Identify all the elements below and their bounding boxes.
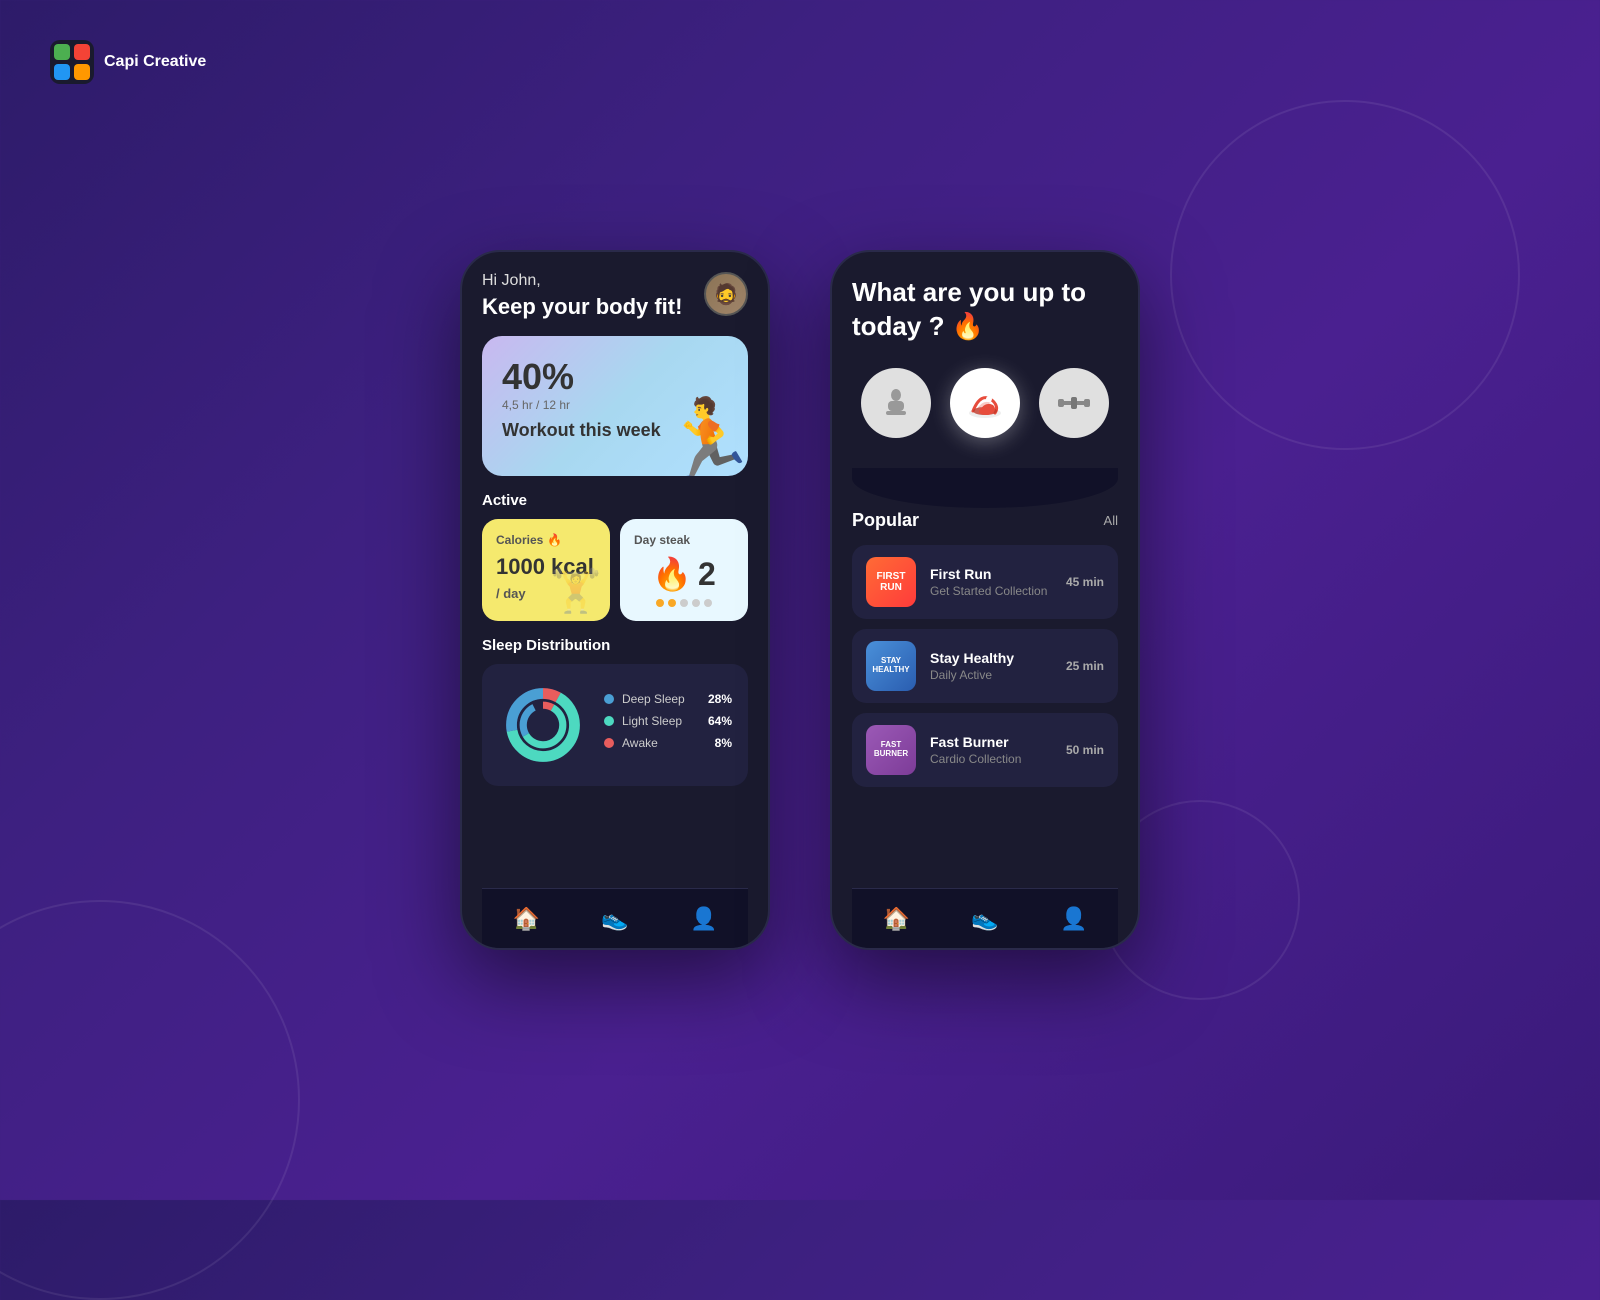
first-run-name: First Run [930,566,1052,582]
streak-dots [634,599,734,607]
nav-profile-icon[interactable]: 👤 [690,906,717,932]
workout-item-fast-burner[interactable]: FASTBURNER Fast Burner Cardio Collection… [852,713,1118,787]
popular-all-link[interactable]: All [1104,513,1118,528]
streak-dot-1 [656,599,664,607]
stay-healthy-sub: Daily Active [930,668,1052,682]
fast-burner-info: Fast Burner Cardio Collection [930,734,1052,766]
first-run-info: First Run Get Started Collection [930,566,1052,598]
stay-healthy-name: Stay Healthy [930,650,1052,666]
first-run-duration: 45 min [1066,575,1104,589]
logo-icon [50,40,94,84]
streak-dot-3 [680,599,688,607]
phone2-content: What are you up to today ? 🔥 [832,252,1138,948]
deep-sleep-pct: 28% [708,692,732,706]
phone-1: Hi John, Keep your body fit! 🧔 40% 4,5 h… [460,250,770,950]
sleep-section-label: Sleep Distribution [482,637,748,654]
dumbbell-icon: 🏋️ [550,567,602,616]
streak-fire-icon: 🔥 [652,555,692,593]
streak-number: 2 [698,556,716,593]
awake-pct: 8% [715,736,732,750]
popular-title: Popular [852,510,919,531]
streak-title: Day steak [634,533,734,547]
workout-card: 40% 4,5 hr / 12 hr Workout this week 🏃 [482,336,748,476]
light-sleep-label: Light Sleep [622,714,682,728]
active-row: Calories 🔥 1000 kcal / day 🏋️ Day steak … [482,519,748,621]
workout-item-stay-healthy[interactable]: STAYHEALTHY Stay Healthy Daily Active 25… [852,629,1118,703]
calories-card: Calories 🔥 1000 kcal / day 🏋️ [482,519,610,621]
fast-burner-thumb: FASTBURNER [866,725,916,775]
phone1-header: Hi John, Keep your body fit! 🧔 [482,272,748,320]
workout-item-first-run[interactable]: FIRSTRUN First Run Get Started Collectio… [852,545,1118,619]
bg-decoration-2 [1170,100,1520,450]
streak-dot-4 [692,599,700,607]
streak-center: 🔥 2 [634,555,734,593]
activity-weights[interactable] [1039,368,1109,438]
activity-run[interactable] [950,368,1020,438]
fast-burner-sub: Cardio Collection [930,752,1052,766]
active-section-label: Active [482,492,748,509]
stay-healthy-thumb: STAYHEALTHY [866,641,916,691]
logo: Capi Creative [50,40,206,84]
popular-header: Popular All [852,510,1118,531]
sleep-legend: Deep Sleep 28% Light Sleep 64% Awake 8% [604,692,732,758]
streak-dot-2 [668,599,676,607]
workout-percent: 40% [502,356,728,398]
streak-card: Day steak 🔥 2 [620,519,748,621]
activity-row [852,368,1118,438]
phone1-bottom-nav: 🏠 👟 👤 [482,888,748,948]
sleep-card: Deep Sleep 28% Light Sleep 64% Awake 8% [482,664,748,786]
light-sleep-dot [604,716,614,726]
logo-text: Capi Creative [104,52,206,73]
workout-figure: 🏃 [658,401,748,476]
deep-sleep-label: Deep Sleep [622,692,685,706]
fast-burner-duration: 50 min [1066,743,1104,757]
legend-awake: Awake 8% [604,736,732,750]
phone1-greeting-block: Hi John, Keep your body fit! [482,272,682,320]
phone2-question: What are you up to today ? 🔥 [852,276,1118,344]
legend-light-sleep: Light Sleep 64% [604,714,732,728]
sleep-donut-chart [498,680,588,770]
activity-gym[interactable] [861,368,931,438]
phone1-greeting: Hi John, [482,272,682,290]
awake-label: Awake [622,736,658,750]
stay-healthy-info: Stay Healthy Daily Active [930,650,1052,682]
nav2-home-icon[interactable]: 🏠 [883,906,910,932]
fast-burner-name: Fast Burner [930,734,1052,750]
sleep-section: Deep Sleep 28% Light Sleep 64% Awake 8% [482,664,748,888]
deep-sleep-dot [604,694,614,704]
nav-shoe-icon[interactable]: 👟 [601,906,628,932]
wave-separator [852,468,1118,508]
light-sleep-pct: 64% [708,714,732,728]
bg-decoration-1 [0,900,300,1300]
phone2-bottom-nav: 🏠 👟 👤 [852,888,1118,948]
phone1-content: Hi John, Keep your body fit! 🧔 40% 4,5 h… [462,252,768,948]
phones-wrapper: Hi John, Keep your body fit! 🧔 40% 4,5 h… [460,250,1140,950]
phone-2: What are you up to today ? 🔥 [830,250,1140,950]
nav-home-icon[interactable]: 🏠 [513,906,540,932]
streak-dot-5 [704,599,712,607]
phone1-title: Keep your body fit! [482,294,682,320]
fire-icon: 🔥 [547,533,562,547]
first-run-sub: Get Started Collection [930,584,1052,598]
first-run-thumb: FIRSTRUN [866,557,916,607]
avatar[interactable]: 🧔 [704,272,748,316]
nav2-shoe-icon[interactable]: 👟 [971,906,998,932]
nav2-profile-icon[interactable]: 👤 [1060,906,1087,932]
calories-label: Calories 🔥 [496,533,596,547]
stay-healthy-duration: 25 min [1066,659,1104,673]
awake-dot [604,738,614,748]
legend-deep-sleep: Deep Sleep 28% [604,692,732,706]
